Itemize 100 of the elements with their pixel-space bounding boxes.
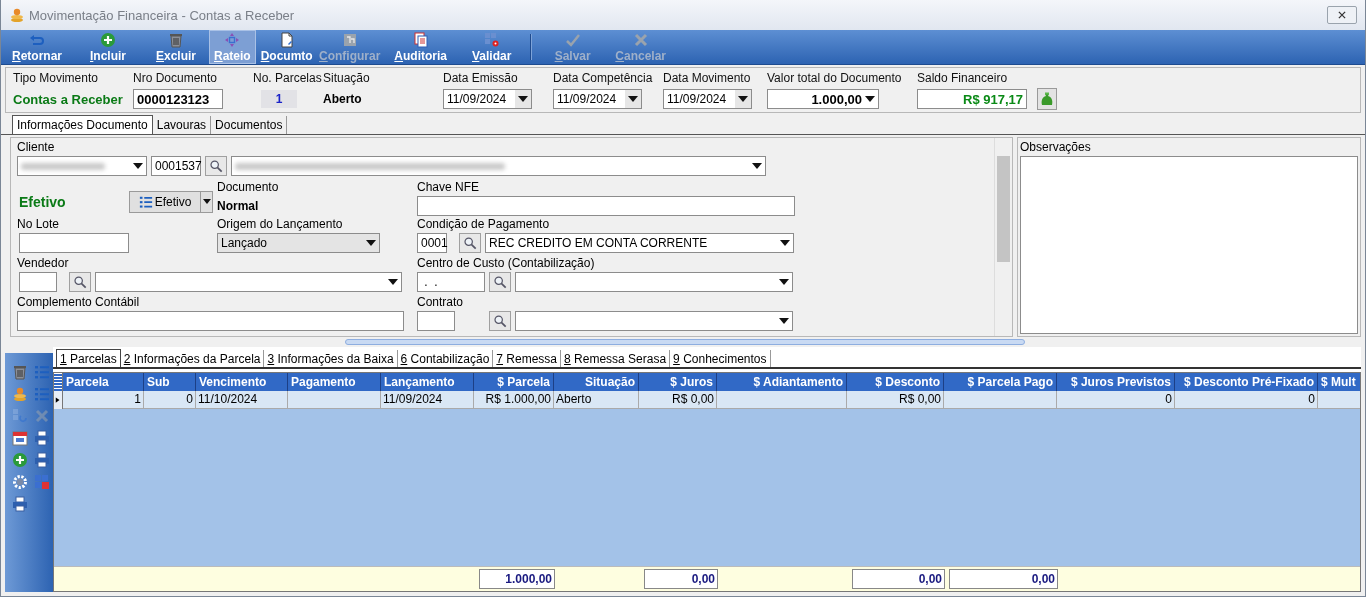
toolbar-button[interactable]: Rateio (209, 30, 256, 64)
seller-code-field[interactable] (19, 272, 57, 292)
tab[interactable]: 2 Informações da Parcela (120, 350, 265, 367)
search-icon (73, 275, 87, 289)
cross-icon (632, 31, 649, 48)
close-icon (1337, 10, 1347, 20)
batch-field[interactable] (19, 233, 129, 253)
trash-icon[interactable] (12, 364, 28, 380)
status-text: Aberto (323, 92, 362, 106)
tab[interactable]: 6 Contabilização (397, 350, 494, 367)
field-label: Origem do Lançamento (217, 217, 344, 231)
tab[interactable]: 9 Conhecimentos (670, 350, 771, 367)
move-arrows-icon (224, 31, 241, 48)
close-button[interactable] (1327, 6, 1357, 24)
printer-icon[interactable] (34, 452, 50, 468)
origin-combo[interactable]: Lançado (217, 233, 380, 253)
search-icon (463, 236, 477, 250)
printer-icon[interactable] (34, 430, 50, 446)
balance-button[interactable] (1037, 88, 1057, 110)
search-button[interactable] (459, 233, 481, 253)
coins-icon (9, 7, 25, 23)
field-label: Valor total do Documento (767, 71, 903, 85)
search-button[interactable] (489, 272, 511, 292)
search-button[interactable] (69, 272, 91, 292)
field-label: Contrato (417, 295, 465, 309)
money-bag-icon (1039, 91, 1055, 107)
table-cell: R$ 0,00 (847, 391, 944, 409)
movement-type: Contas a Receber (13, 91, 123, 107)
tab[interactable]: Lavouras (152, 116, 212, 134)
field-label: Condição de Pagamento (417, 217, 551, 231)
table-cell: R$ 0,00 (639, 391, 717, 409)
document-icon (278, 31, 295, 48)
splitter-handle[interactable] (345, 339, 1025, 345)
current-row-icon (55, 395, 61, 405)
nfe-key-field[interactable] (417, 196, 795, 216)
toolbar-button[interactable]: Incluir (79, 30, 137, 64)
window-title: Movimentação Financeira - Contas a Receber (29, 7, 295, 23)
toolbar-button[interactable]: Excluir (147, 30, 205, 64)
field-label: Situação (323, 71, 371, 85)
tab[interactable]: Informações Documento (12, 115, 153, 134)
trash-icon (168, 31, 184, 48)
column-selector-icon[interactable] (54, 373, 63, 391)
field-label: Complemento Contábil (17, 295, 141, 309)
printer-icon[interactable] (12, 496, 28, 512)
tab[interactable]: Documentos (211, 116, 288, 134)
client-code-field[interactable]: 0001537 (151, 156, 201, 176)
status-button[interactable]: Efetivo (129, 190, 201, 213)
document-type: Normal (217, 199, 260, 213)
toolbar-button[interactable]: Retornar (7, 30, 67, 64)
search-icon (209, 159, 223, 173)
field-label: Chave NFE (417, 180, 481, 194)
payment-combo[interactable]: REC CREDITO EM CONTA CORRENTE (485, 233, 794, 253)
scrollbar[interactable] (994, 138, 1012, 336)
list-icon (138, 194, 153, 209)
field-label: No. Parcelas (253, 71, 323, 85)
accounting-complement-field[interactable] (17, 311, 404, 331)
tab[interactable]: 3 Informações da Baixa (264, 350, 398, 367)
field-label: Data Emissão (443, 71, 519, 85)
search-icon (493, 275, 507, 289)
tab[interactable]: 1 Parcelas (56, 349, 121, 367)
gear-icon[interactable] (12, 474, 28, 490)
tab[interactable]: 7 Remessa (493, 350, 562, 367)
plus-icon[interactable] (12, 452, 28, 468)
search-icon (493, 314, 507, 328)
field-label: Observações (1020, 140, 1092, 154)
field-label: Cliente (17, 140, 56, 154)
payment-code-field[interactable]: 0001 (417, 233, 447, 253)
toolbar-button[interactable]: Validar (463, 30, 520, 64)
date-field[interactable]: 11/09/2024 (553, 89, 642, 109)
amount-field[interactable]: 1.000,00 (767, 89, 879, 109)
toolbar-button[interactable]: Auditoria (389, 30, 452, 64)
table-cell: Aberto (554, 391, 639, 409)
table-cell: 11/09/2024 (381, 391, 474, 409)
table-cell: 0 (144, 391, 196, 409)
contract-field[interactable] (417, 311, 455, 331)
field-label: Data Movimento (663, 71, 752, 85)
date-field[interactable]: 11/09/2024 (443, 89, 532, 109)
field-label: Saldo Financeiro (917, 71, 1009, 85)
tab[interactable]: 8 Remessa Serasa (561, 350, 671, 367)
table-cell: 1 (63, 391, 144, 409)
field-label: Documento (217, 180, 280, 194)
column-total: 1.000,00 (479, 569, 555, 589)
column-total: 0,00 (644, 569, 718, 589)
search-button[interactable] (489, 311, 511, 331)
table-cell: 0 (1175, 391, 1318, 409)
field-label: Centro de Custo (Contabilização) (417, 256, 596, 270)
toolbar-button[interactable]: Documto (259, 30, 314, 64)
table-cell: R$ 1.000,00 (474, 391, 554, 409)
documents-icon (412, 31, 429, 48)
date-field[interactable]: 11/09/2024 (663, 89, 752, 109)
field-label: Tipo Movimento (13, 71, 99, 85)
table-cell: 0 (1057, 391, 1175, 409)
notes-field[interactable] (1020, 156, 1358, 334)
cost-center-field[interactable]: . . (417, 272, 485, 292)
field-label: Vendedor (17, 256, 70, 270)
frame-icon (341, 31, 358, 48)
document-number-field[interactable]: 0000123123 (133, 89, 223, 109)
search-button[interactable] (205, 156, 227, 176)
balance-field: R$ 917,17 (917, 89, 1027, 109)
calendar-icon[interactable] (12, 430, 28, 446)
